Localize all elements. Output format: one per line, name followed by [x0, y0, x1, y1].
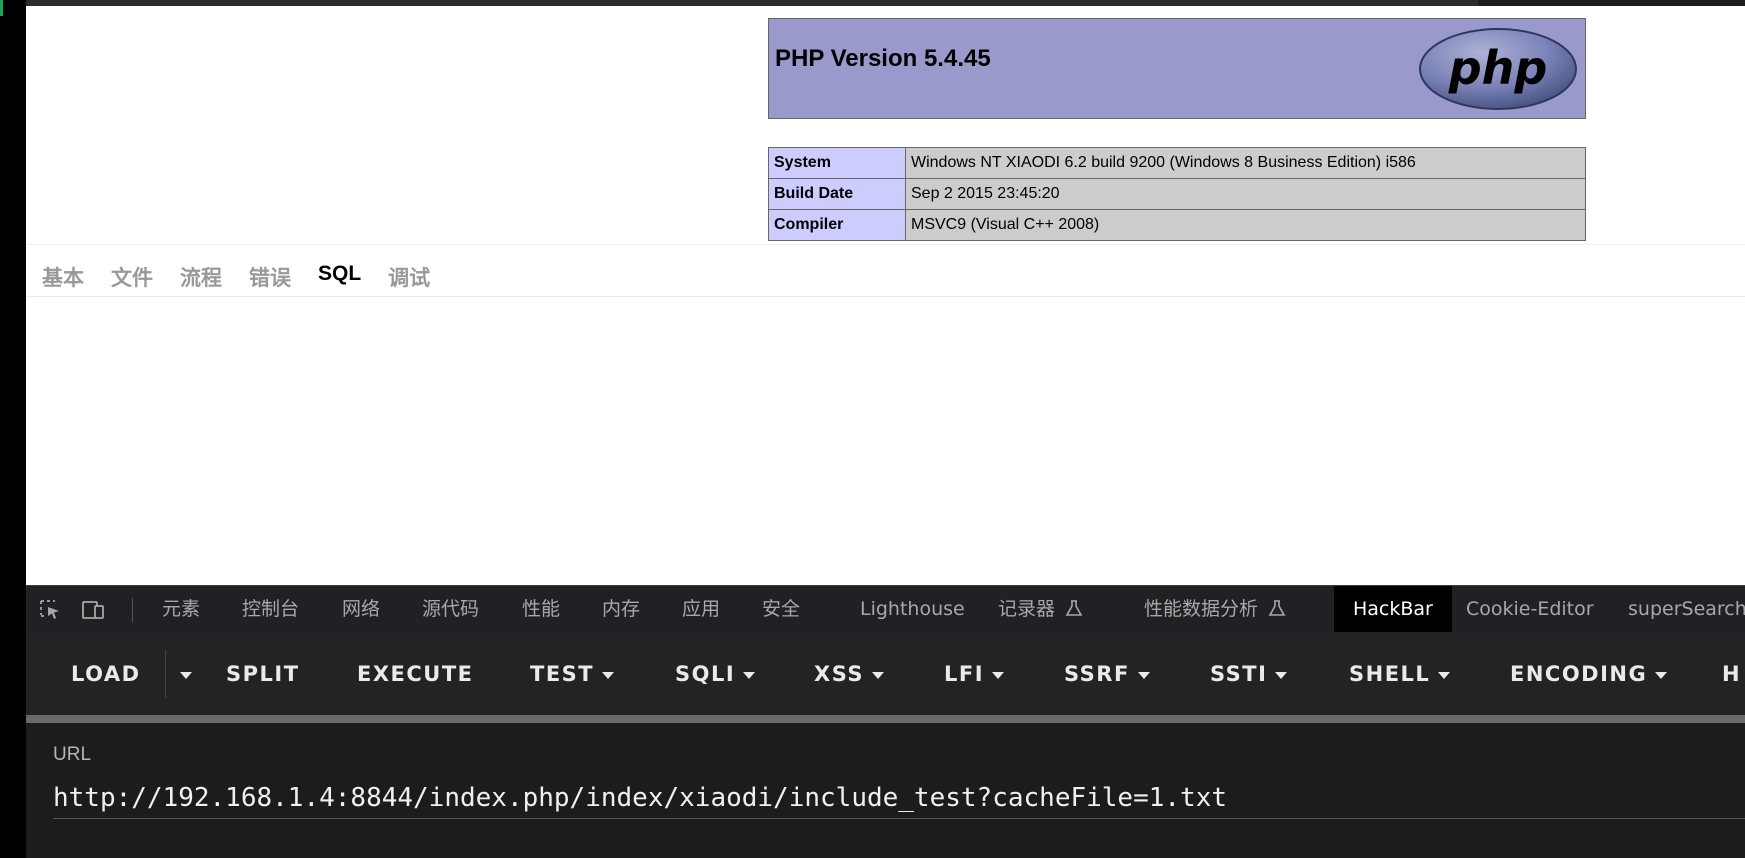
- hackbar-toolbar: LOAD SPLIT EXECUTE TEST SQLI XSS LFI SSR…: [26, 632, 1745, 715]
- xss-label: XSS: [814, 662, 864, 686]
- tab-cookie-editor[interactable]: Cookie-Editor: [1466, 586, 1594, 633]
- phpinfo-table: System Windows NT XIAODI 6.2 build 9200 …: [768, 147, 1586, 241]
- row-value: Sep 2 2015 23:45:20: [905, 178, 1586, 210]
- ssti-menu[interactable]: SSTI: [1210, 662, 1288, 686]
- table-row: Build Date Sep 2 2015 23:45:20: [768, 178, 1586, 210]
- url-label: URL: [53, 744, 92, 765]
- chevron-down-icon: [743, 671, 756, 679]
- php-logo: php: [1419, 28, 1577, 110]
- lfi-menu[interactable]: LFI: [944, 662, 1005, 686]
- chevron-down-icon: [992, 671, 1005, 679]
- toolbar-divider: [132, 598, 133, 622]
- lfi-label: LFI: [944, 662, 985, 686]
- trace-tab-sql[interactable]: SQL: [318, 262, 361, 292]
- chevron-down-icon: [1137, 671, 1150, 679]
- flask-icon: [1268, 600, 1286, 616]
- chevron-down-icon: [1655, 671, 1668, 679]
- php-logo-text: php: [1448, 41, 1548, 95]
- trace-tab-bar: 基本 文件 流程 错误 SQL 调试: [42, 262, 457, 292]
- page-viewport: PHP Version 5.4.45 php System Windows NT…: [26, 6, 1745, 585]
- tab-recorder[interactable]: 记录器: [998, 586, 1083, 633]
- xss-menu[interactable]: XSS: [814, 662, 884, 686]
- tab-supersearch[interactable]: superSearchP: [1628, 586, 1745, 633]
- tab-performance[interactable]: 性能: [522, 586, 560, 633]
- php-version-title: PHP Version 5.4.45: [775, 45, 991, 72]
- table-row: System Windows NT XIAODI 6.2 build 9200 …: [768, 147, 1586, 179]
- chevron-down-icon: [1438, 671, 1451, 679]
- trace-tab-file[interactable]: 文件: [111, 262, 153, 292]
- chevron-down-icon: [1275, 671, 1288, 679]
- tab-elements[interactable]: 元素: [162, 586, 200, 633]
- flask-icon: [1065, 600, 1083, 616]
- trace-tab-debug[interactable]: 调试: [388, 262, 430, 292]
- phpinfo-header: PHP Version 5.4.45 php: [768, 18, 1586, 119]
- tab-recorder-label: 记录器: [998, 598, 1056, 620]
- row-key: System: [768, 147, 906, 179]
- tab-hackbar[interactable]: HackBar: [1334, 586, 1452, 633]
- row-key: Compiler: [768, 209, 906, 241]
- shell-menu[interactable]: SHELL: [1349, 662, 1451, 686]
- execute-button[interactable]: EXECUTE: [357, 662, 474, 686]
- trace-tab-flow[interactable]: 流程: [180, 262, 222, 292]
- load-dropdown[interactable]: [172, 662, 192, 686]
- row-value: Windows NT XIAODI 6.2 build 9200 (Window…: [905, 147, 1586, 179]
- ssrf-label: SSRF: [1064, 662, 1130, 686]
- chevron-down-icon: [180, 671, 192, 679]
- trace-divider: [26, 296, 1745, 297]
- tab-application[interactable]: 应用: [682, 586, 720, 633]
- window-accent: [0, 0, 3, 16]
- tab-sources[interactable]: 源代码: [422, 586, 479, 633]
- tab-lighthouse[interactable]: Lighthouse: [860, 586, 965, 633]
- frame-divider: [26, 244, 1745, 245]
- split-button[interactable]: SPLIT: [226, 662, 300, 686]
- url-panel: URL: [26, 723, 1745, 858]
- tab-performance-insights[interactable]: 性能数据分析: [1144, 586, 1286, 633]
- tab-memory[interactable]: 内存: [602, 586, 640, 633]
- table-row: Compiler MSVC9 (Visual C++ 2008): [768, 209, 1586, 241]
- ssti-label: SSTI: [1210, 662, 1268, 686]
- sqli-label: SQLI: [675, 662, 736, 686]
- device-toolbar-icon[interactable]: [82, 600, 104, 620]
- encoding-menu[interactable]: ENCODING: [1510, 662, 1668, 686]
- load-divider: [165, 650, 166, 698]
- shell-label: SHELL: [1349, 662, 1431, 686]
- horizontal-scrollbar[interactable]: [26, 715, 1745, 723]
- devtools-tab-bar: 元素 控制台 网络 源代码 性能 内存 应用 安全 Lighthouse 记录器…: [26, 585, 1745, 633]
- left-window-edge: [0, 0, 26, 858]
- tab-console[interactable]: 控制台: [242, 586, 299, 633]
- chevron-down-icon: [602, 671, 615, 679]
- encoding-label: ENCODING: [1510, 662, 1648, 686]
- tab-performance-insights-label: 性能数据分析: [1144, 598, 1259, 620]
- overflow-menu[interactable]: H: [1722, 662, 1741, 686]
- sqli-menu[interactable]: SQLI: [675, 662, 756, 686]
- row-value: MSVC9 (Visual C++ 2008): [905, 209, 1586, 241]
- trace-tab-basic[interactable]: 基本: [42, 262, 84, 292]
- inspect-element-icon[interactable]: [40, 600, 62, 620]
- test-label: TEST: [530, 662, 595, 686]
- test-menu[interactable]: TEST: [530, 662, 615, 686]
- row-key: Build Date: [768, 178, 906, 210]
- url-input[interactable]: [53, 777, 1745, 819]
- chevron-down-icon: [872, 671, 884, 679]
- tab-security[interactable]: 安全: [762, 586, 800, 633]
- trace-tab-error[interactable]: 错误: [249, 262, 291, 292]
- load-button[interactable]: LOAD: [71, 662, 141, 686]
- ssrf-menu[interactable]: SSRF: [1064, 662, 1150, 686]
- tab-network[interactable]: 网络: [342, 586, 380, 633]
